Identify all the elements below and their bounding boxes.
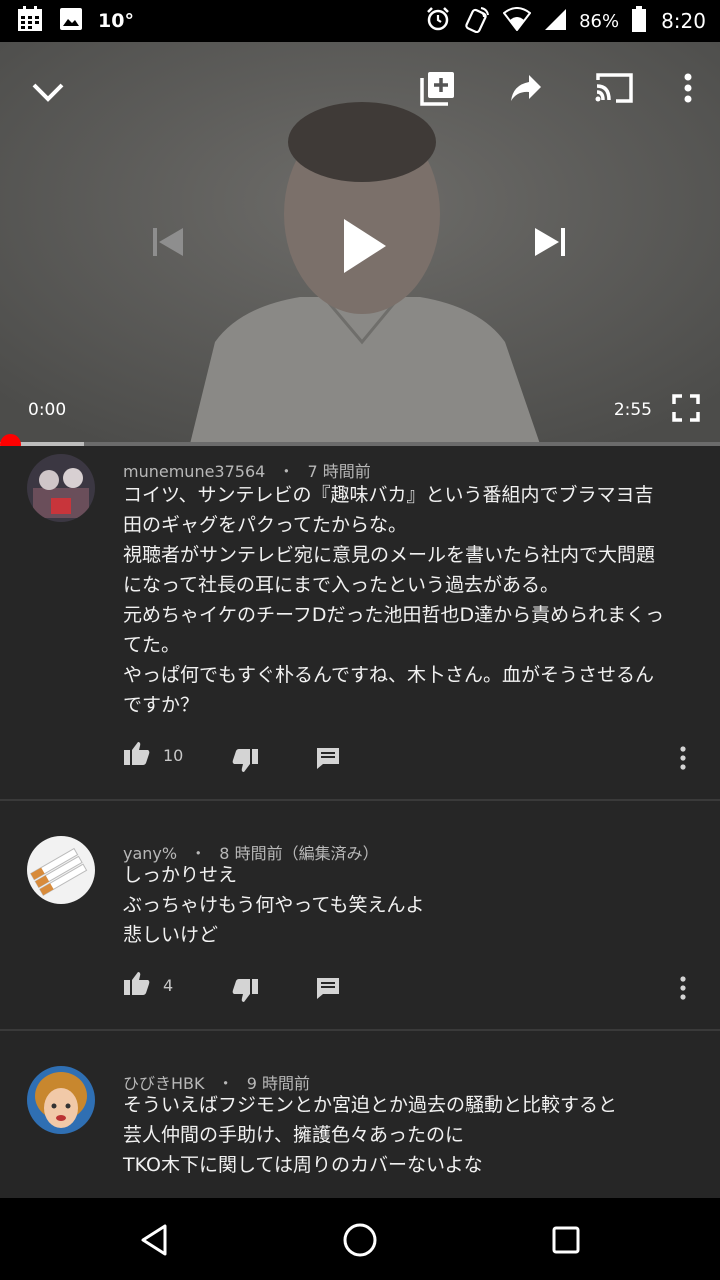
comment-actions: 4 — [123, 970, 703, 1002]
comment-line: そういえばフジモンとか宮迫とか過去の騒動と比較すると — [123, 1094, 618, 1116]
avatar[interactable] — [27, 1066, 95, 1134]
play-icon[interactable] — [322, 204, 406, 288]
video-player[interactable]: 0:00 2:55 — [0, 42, 720, 444]
thumb-up-icon — [123, 970, 151, 1000]
reply-button[interactable] — [315, 976, 341, 1004]
navigation-bar — [0, 1198, 720, 1280]
fullscreen-icon[interactable] — [664, 386, 708, 430]
comment-line: やっぱ何でもすぐ朴るんですね、木卜さん。血がそうさせるん — [123, 664, 655, 686]
reply-button[interactable] — [315, 746, 341, 774]
comment-line: コイツ、サンテレビの『趣味バカ』という番組内でブラマヨ吉 — [123, 484, 654, 506]
comment-time: 7 時間前 — [307, 462, 371, 481]
comment-line: 悲しいけど — [123, 924, 219, 946]
comment-line: ですか？ — [123, 694, 200, 716]
comment-item: munemune37564 ・ 7 時間前 コイツ、サンテレビの『趣味バカ』とい… — [0, 446, 720, 798]
comment-menu-button[interactable] — [679, 746, 687, 774]
comment-menu-button[interactable] — [679, 976, 687, 1004]
comment-line: になって社長の耳にまで入ったという過去がある。 — [123, 574, 560, 596]
comment-icon — [315, 976, 341, 1004]
comment-line: しっかりせえ — [123, 864, 238, 886]
divider — [0, 1029, 720, 1031]
comment-icon — [315, 746, 341, 774]
back-icon[interactable] — [134, 1220, 174, 1260]
recents-icon[interactable] — [546, 1220, 586, 1260]
meta-separator: ・ — [278, 462, 295, 481]
cast-icon[interactable] — [590, 64, 638, 112]
chevron-down-icon[interactable] — [24, 68, 72, 116]
comment-line: 視聴者がサンテレビ宛に意見のメールを書いたら社内で大問題 — [123, 544, 656, 566]
wifi-icon — [502, 7, 532, 35]
home-icon[interactable] — [340, 1220, 380, 1260]
comment-item: yany% ・ 8 時間前（編集済み） しっかりせえ ぶっちゃけもう何やっても笑… — [0, 802, 720, 1028]
comment-actions: 10 — [123, 740, 703, 772]
comment-line: ぶっちゃけもう何やっても笑えんよ — [123, 894, 425, 916]
comment-text: しっかりせえ ぶっちゃけもう何やっても笑えんよ 悲しいけど — [123, 860, 698, 950]
nfc-icon — [463, 5, 491, 37]
comment-text: そういえばフジモンとか宮迫とか過去の騒動と比較すると 芸人仲間の手助け、擁護色々… — [123, 1090, 698, 1180]
comment-line: TKO木下に関しては周りのカバーないよな — [123, 1154, 483, 1176]
signal-icon — [543, 7, 567, 35]
like-button[interactable]: 10 — [123, 740, 183, 770]
duration: 2:55 — [613, 400, 652, 420]
more-vert-icon — [679, 976, 687, 1004]
more-vert-icon[interactable] — [664, 64, 712, 112]
comment-line: 芸人仲間の手助け、擁護色々あったのに — [123, 1124, 465, 1146]
avatar[interactable] — [27, 836, 95, 904]
comment-line: てた。 — [123, 634, 181, 656]
skip-previous-icon[interactable] — [144, 218, 192, 266]
like-button[interactable]: 4 — [123, 970, 173, 1000]
dislike-button[interactable] — [231, 748, 259, 778]
calendar-icon — [16, 5, 44, 37]
thumb-up-icon — [123, 740, 151, 770]
battery-icon — [631, 5, 647, 37]
skip-next-icon[interactable] — [526, 218, 574, 266]
avatar[interactable] — [27, 454, 95, 522]
like-count: 4 — [163, 975, 174, 995]
image-icon — [58, 6, 84, 36]
battery-percent: 86% — [579, 10, 620, 32]
comment-author[interactable]: munemune37564 — [123, 462, 265, 481]
dislike-button[interactable] — [231, 978, 259, 1008]
thumb-down-icon — [231, 978, 259, 1008]
add-to-playlist-icon[interactable] — [414, 64, 462, 112]
comment-line: 元めちゃイケのチーフDだった池田哲也D達から責められまくっ — [123, 604, 665, 626]
share-icon[interactable] — [502, 64, 550, 112]
clock: 8:20 — [661, 9, 706, 33]
status-bar: 10° 86% 8:20 — [0, 0, 720, 42]
current-time: 0:00 — [28, 400, 67, 420]
comment-item: ひびきHBK ・ 9 時間前 そういえばフジモンとか宮迫とか過去の騒動と比較する… — [0, 1032, 720, 1198]
temperature: 10° — [98, 10, 134, 32]
comment-line: 田のギャグをパクってたからな。 — [123, 514, 408, 536]
like-count: 10 — [163, 745, 184, 765]
comment-text: コイツ、サンテレビの『趣味バカ』という番組内でブラマヨ吉 田のギャグをパクってた… — [123, 480, 698, 720]
divider — [0, 799, 720, 801]
more-vert-icon — [679, 746, 687, 774]
comments-list[interactable]: munemune37564 ・ 7 時間前 コイツ、サンテレビの『趣味バカ』とい… — [0, 446, 720, 1198]
alarm-icon — [425, 6, 451, 36]
thumb-down-icon — [231, 748, 259, 778]
